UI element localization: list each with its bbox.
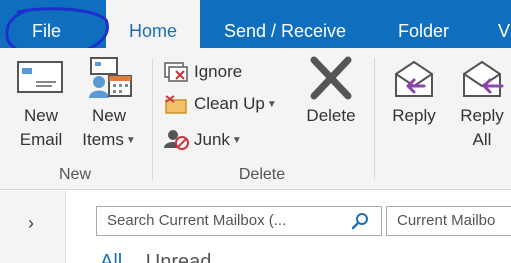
clean-up-button[interactable]: Clean Up ▼	[162, 90, 277, 118]
new-items-label-2: Items ▼	[82, 130, 136, 149]
tab-send-receive[interactable]: Send / Receive	[224, 0, 346, 48]
new-items-icon	[89, 57, 132, 98]
new-items-label-1: New	[91, 106, 126, 125]
junk-icon	[164, 130, 189, 150]
search-input[interactable]: Search Current Mailbox (...	[96, 206, 382, 236]
tab-file[interactable]: File	[32, 0, 61, 48]
ribbon-tab-bar: File Home Send / Receive Folder V	[0, 0, 511, 50]
tab-view[interactable]: V	[498, 0, 510, 48]
new-email-label-2: Email	[19, 130, 63, 149]
chevron-right-icon[interactable]: ›	[28, 213, 34, 234]
ignore-button[interactable]: Ignore	[162, 58, 242, 86]
reply-all-button[interactable]: Reply All	[452, 56, 511, 152]
folder-pane-collapsed: ›	[0, 191, 66, 263]
filter-all[interactable]: All	[100, 251, 122, 263]
delete-label: Delete	[306, 106, 356, 125]
group-label-delete: Delete	[238, 166, 286, 183]
ignore-icon	[164, 62, 188, 82]
reply-all-label-1: Reply	[460, 106, 504, 125]
tab-folder[interactable]: Folder	[398, 0, 449, 48]
mail-filters: All Unread	[100, 251, 229, 263]
reply-icon	[395, 60, 433, 97]
ignore-label: Ignore	[194, 62, 243, 81]
junk-label: Junk	[194, 130, 230, 149]
reply-all-icon	[463, 60, 504, 97]
ribbon: New Email New Items ▼ New Ignore Clean Up	[0, 48, 511, 190]
group-label-new: New	[58, 166, 91, 183]
clean-up-label: Clean Up	[194, 94, 265, 113]
delete-x-icon	[310, 56, 352, 100]
group-divider	[152, 58, 153, 180]
junk-button[interactable]: Junk ▼	[162, 126, 242, 154]
dropdown-caret-icon: ▼	[125, 135, 136, 146]
new-email-label-1: New	[23, 106, 58, 125]
delete-button[interactable]: Delete	[300, 56, 362, 128]
search-scope-dropdown[interactable]: Current Mailbo	[386, 206, 511, 236]
tab-home[interactable]: Home	[106, 0, 200, 50]
filter-unread[interactable]: Unread	[146, 251, 212, 263]
new-items-button[interactable]: New Items ▼	[78, 56, 140, 153]
search-icon[interactable]	[351, 212, 369, 230]
reply-button[interactable]: Reply	[384, 56, 444, 128]
mail-list-area: › Search Current Mailbox (... Current Ma…	[0, 191, 511, 263]
dropdown-caret-icon: ▼	[231, 135, 242, 146]
clean-up-icon	[165, 95, 187, 114]
reply-all-label-2: All	[472, 130, 492, 149]
group-divider	[374, 58, 375, 180]
search-placeholder: Search Current Mailbox (...	[107, 212, 287, 229]
dropdown-caret-icon: ▼	[266, 99, 277, 110]
new-email-button[interactable]: New Email	[14, 56, 68, 152]
reply-label: Reply	[392, 106, 436, 125]
envelope-icon	[17, 61, 63, 93]
